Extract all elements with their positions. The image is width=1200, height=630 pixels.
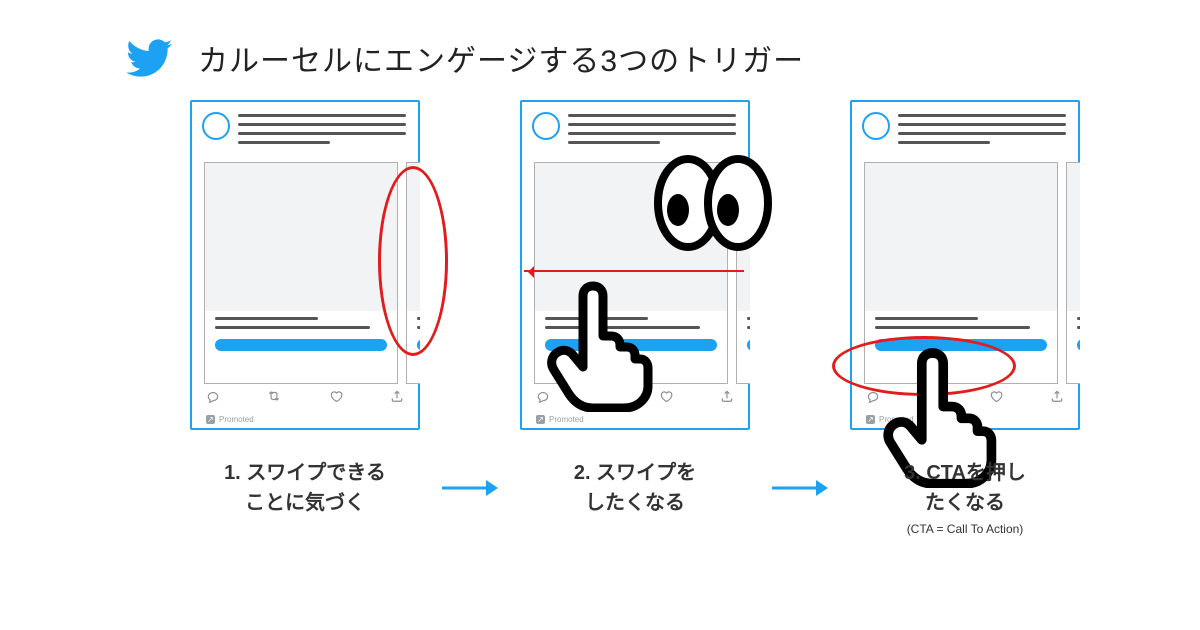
like-icon[interactable] <box>659 389 673 408</box>
share-icon[interactable] <box>1050 389 1064 408</box>
avatar <box>202 112 230 140</box>
cta-button[interactable] <box>417 339 420 351</box>
caption-1: 1. スワイプできる ことに気づく <box>175 458 435 518</box>
reply-icon[interactable] <box>536 389 550 408</box>
cta-button[interactable] <box>215 339 387 351</box>
promoted-label: ↗ Promoted <box>536 415 584 424</box>
tweet-actions[interactable] <box>536 389 734 408</box>
promoted-icon: ↗ <box>536 415 545 424</box>
caption-3: 3. CTAを押し たくなる (CTA = Call To Action) <box>835 458 1095 536</box>
carousel-media[interactable] <box>864 162 1080 384</box>
twitter-bird-icon <box>126 34 174 82</box>
tweet-text-lines <box>238 114 406 144</box>
carousel-ad-card-2: ↗ Promoted <box>520 100 750 430</box>
caption-3-sub: (CTA = Call To Action) <box>835 522 1095 536</box>
tweet-actions[interactable] <box>866 389 1064 408</box>
avatar <box>532 112 560 140</box>
reply-icon[interactable] <box>206 389 220 408</box>
carousel-media[interactable] <box>204 162 420 384</box>
retweet-icon[interactable] <box>927 389 941 408</box>
cta-button[interactable] <box>545 339 717 351</box>
promoted-icon: ↗ <box>866 415 875 424</box>
cta-button[interactable] <box>747 339 750 351</box>
retweet-icon[interactable] <box>267 389 281 408</box>
carousel-ad-card-1: ↗ Promoted <box>190 100 420 430</box>
promoted-icon: ↗ <box>206 415 215 424</box>
carousel-ad-card-3: ↗ Promoted <box>850 100 1080 430</box>
reply-icon[interactable] <box>866 389 880 408</box>
tweet-actions[interactable] <box>206 389 404 408</box>
promoted-label: ↗ Promoted <box>206 415 254 424</box>
like-icon[interactable] <box>329 389 343 408</box>
caption-2: 2. スワイプを したくなる <box>505 458 765 518</box>
flow-arrow-icon <box>765 476 835 500</box>
cta-button[interactable] <box>875 339 1047 351</box>
tweet-text-lines <box>568 114 736 144</box>
carousel-media[interactable] <box>534 162 750 384</box>
like-icon[interactable] <box>989 389 1003 408</box>
share-icon[interactable] <box>720 389 734 408</box>
promoted-label: ↗ Promoted <box>866 415 914 424</box>
cta-button[interactable] <box>1077 339 1080 351</box>
retweet-icon[interactable] <box>597 389 611 408</box>
share-icon[interactable] <box>390 389 404 408</box>
avatar <box>862 112 890 140</box>
flow-arrow-icon <box>435 476 505 500</box>
tweet-text-lines <box>898 114 1066 144</box>
page-title: カルーセルにエンゲージする3つのトリガー <box>198 36 804 80</box>
